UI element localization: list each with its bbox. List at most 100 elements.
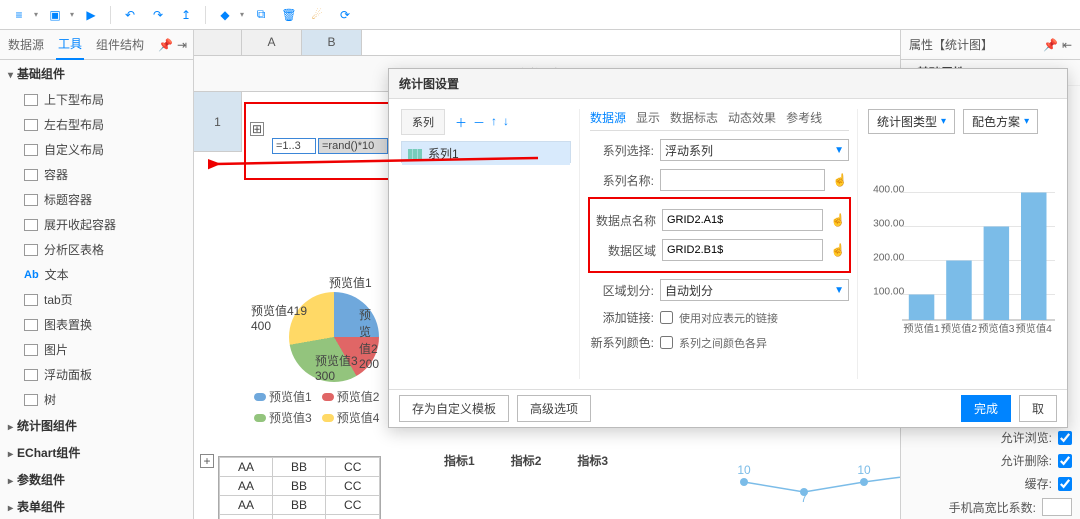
picker-icon[interactable]: ☝ (831, 171, 849, 189)
tab-animation[interactable]: 动态效果 (728, 109, 776, 126)
dialog-title[interactable]: 统计图设置 (389, 69, 1067, 99)
undo-icon[interactable]: ↶ (119, 4, 141, 26)
handle-icon[interactable]: ⊞ (250, 122, 264, 136)
pin-icon[interactable]: 📌 (1043, 38, 1058, 52)
panel-controls: 📌 ⇥ (158, 38, 187, 52)
item-title-container[interactable]: 标题容器 (0, 187, 193, 212)
item-text[interactable]: Ab文本 (0, 262, 193, 287)
color-scheme-select[interactable]: 配色方案▾ (963, 109, 1038, 134)
data-area-input[interactable] (662, 239, 823, 261)
cat-stat[interactable]: 统计图组件 (0, 412, 193, 439)
tab-structure[interactable]: 组件结构 (94, 30, 146, 59)
chevron-down-icon: ▾ (34, 10, 38, 19)
advanced-button[interactable]: 高级选项 (517, 395, 591, 422)
add-row-button[interactable]: + (200, 454, 214, 468)
cell-a1[interactable]: =1..3 (272, 138, 316, 154)
collapse-icon[interactable]: ⇥ (177, 38, 187, 52)
move-up-button[interactable]: ↑ (491, 114, 497, 131)
cancel-button[interactable]: 取 (1019, 395, 1057, 422)
item-tab-page[interactable]: tab页 (0, 287, 193, 312)
chevron-down-icon: ▼ (834, 145, 844, 156)
table-row: AABBCC (220, 515, 380, 519)
tab-tools[interactable]: 工具 (56, 30, 84, 60)
chart-type-select[interactable]: 统计图类型▾ (868, 109, 955, 134)
bar-icon (408, 149, 422, 159)
cat-param[interactable]: 参数组件 (0, 466, 193, 493)
tab-display[interactable]: 显示 (636, 109, 660, 126)
copy-icon[interactable]: ⧉ (250, 4, 272, 26)
paint-icon[interactable]: ◆ (214, 4, 236, 26)
col-a[interactable]: A (242, 30, 302, 55)
move-down-button[interactable]: ↓ (503, 114, 509, 131)
checkbox-use-link[interactable] (660, 311, 673, 324)
done-button[interactable]: 完成 (961, 395, 1011, 422)
cat-label: EChart组件 (17, 444, 80, 461)
item-layout-v[interactable]: 上下型布局 (0, 87, 193, 112)
cat-echart[interactable]: EChart组件 (0, 439, 193, 466)
series-name-input[interactable] (660, 169, 825, 191)
item-chart-swap[interactable]: 图表置换 (0, 312, 193, 337)
redo-icon[interactable]: ↷ (147, 4, 169, 26)
item-image[interactable]: 图片 (0, 337, 193, 362)
col-b[interactable]: B (302, 30, 362, 55)
tab-series[interactable]: 系列 (401, 109, 445, 134)
item-analysis-table[interactable]: 分析区表格 (0, 237, 193, 262)
save-icon[interactable]: ▣ (44, 4, 66, 26)
tab-datasource[interactable]: 数据源 (590, 109, 626, 126)
component-tree: 基础组件 上下型布局 左右型布局 自定义布局 容器 标题容器 展开收起容器 分析… (0, 60, 193, 519)
up-icon[interactable]: ↥ (175, 4, 197, 26)
mobile-ratio-input[interactable] (1042, 498, 1072, 516)
pie-label: 预览值2200 (359, 306, 379, 371)
picker-icon[interactable]: ☝ (829, 241, 847, 259)
checkbox-allow-delete[interactable] (1058, 454, 1072, 468)
save-template-button[interactable]: 存为自定义模板 (399, 395, 509, 422)
item-layout-h[interactable]: 左右型布局 (0, 112, 193, 137)
collapse-icon[interactable]: ⇤ (1062, 38, 1072, 52)
item-tree[interactable]: 树 (0, 387, 193, 412)
cat-form[interactable]: 表单组件 (0, 493, 193, 519)
item-collapse-container[interactable]: 展开收起容器 (0, 212, 193, 237)
data-grid-widget[interactable]: AABBCC AABBCC AABBCC AABBCC (218, 456, 381, 519)
menu-icon[interactable]: ≡ (8, 4, 30, 26)
tab-refline[interactable]: 参考线 (786, 109, 822, 126)
delete-icon[interactable]: 🗑 (278, 4, 300, 26)
preview-chart: 400.00 300.00 200.00 100.00 预览值1 预览值2 预览… (868, 142, 1055, 379)
cell-b1[interactable]: =rand()*10 (318, 138, 388, 154)
image-icon (24, 344, 38, 356)
checkbox-allow-view[interactable] (1058, 431, 1072, 445)
chevron-right-icon (8, 500, 13, 514)
item-layout-custom[interactable]: 自定义布局 (0, 137, 193, 162)
svg-text:200.00: 200.00 (873, 253, 904, 264)
sparkline-widget[interactable]: 10 7 10 20 (734, 462, 900, 502)
cat-label: 基础组件 (17, 65, 65, 82)
point-name-input[interactable] (662, 209, 823, 231)
series-select[interactable]: 浮动系列▼ (660, 139, 849, 161)
item-float-panel[interactable]: 浮动面板 (0, 362, 193, 387)
series-list: 系列1 (401, 141, 571, 163)
metric-label: 指标1 (444, 452, 475, 469)
area-div-select[interactable]: 自动划分▼ (660, 279, 849, 301)
cat-basic[interactable]: 基础组件 (0, 60, 193, 87)
pin-icon[interactable]: 📌 (158, 38, 173, 52)
chevron-down-icon: ▾ (240, 10, 244, 19)
item-container[interactable]: 容器 (0, 162, 193, 187)
preview-panel: 统计图类型▾ 配色方案▾ 400.00 300.00 200.00 100.00 (857, 109, 1055, 379)
main-toolbar: ≡▾ ▣▾ ▶ ↶ ↷ ↥ ◆▾ ⧉ 🗑 ☄ ⟳ (0, 0, 1080, 30)
add-series-button[interactable]: ＋ (455, 114, 467, 131)
tab-marker[interactable]: 数据标志 (670, 109, 718, 126)
swap-icon (24, 319, 38, 331)
table-row: AABBCC (220, 458, 380, 477)
svg-text:100.00: 100.00 (873, 287, 904, 298)
row-point-name: 数据点名称 ☝ (592, 209, 847, 231)
picker-icon[interactable]: ☝ (829, 211, 847, 229)
checkbox-cache[interactable] (1058, 477, 1072, 491)
checkbox-color-vary[interactable] (660, 336, 673, 349)
play-icon[interactable]: ▶ (80, 4, 102, 26)
left-panel-tabs: 数据源 工具 组件结构 📌 ⇥ (0, 30, 193, 60)
row-1[interactable]: 1 (194, 92, 242, 152)
refresh-icon[interactable]: ⟳ (334, 4, 356, 26)
fx-icon[interactable]: ☄ (306, 4, 328, 26)
remove-series-button[interactable]: － (473, 114, 485, 131)
series-item[interactable]: 系列1 (402, 142, 570, 165)
tab-datasource[interactable]: 数据源 (6, 30, 46, 59)
